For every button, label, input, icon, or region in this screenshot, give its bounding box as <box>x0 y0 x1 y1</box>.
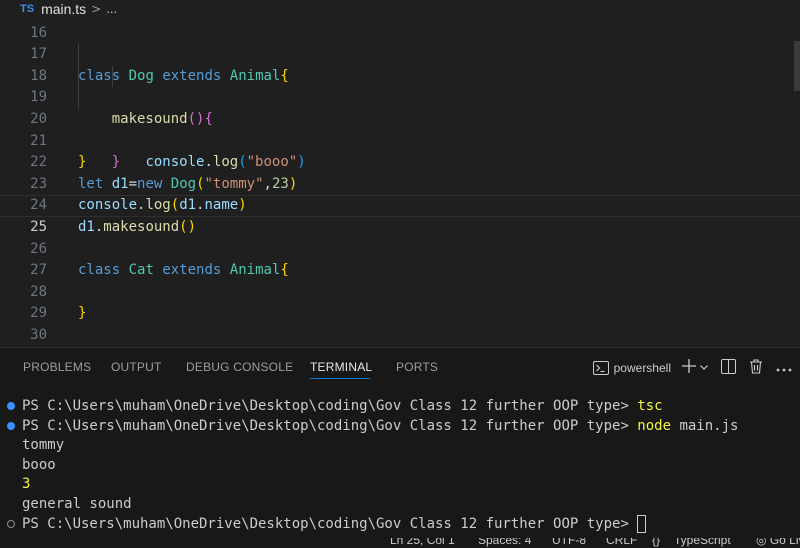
go-live-label: Go Live <box>769 538 800 547</box>
breadcrumb-file[interactable]: main.ts <box>41 1 86 17</box>
terminal-line[interactable]: PS C:\Users\muham\OneDrive\Desktop\codin… <box>22 514 647 535</box>
code-line[interactable]: 20 } <box>0 87 800 170</box>
code-line[interactable]: 31 console.log(c1.age) <box>0 325 800 347</box>
code-line[interactable]: 22 let d1=new Dog("tommy",23) <box>0 131 800 192</box>
code-line[interactable]: 17 class Dog extends Animal{ <box>0 23 800 84</box>
terminal-prompt: PS C:\Users\muham\OneDrive\Desktop\codin… <box>22 398 638 414</box>
code-editor[interactable]: 16 17 class Dog extends Animal{ 18 makes… <box>0 11 800 347</box>
code-line[interactable]: 28 } <box>0 260 800 322</box>
braces-icon: {} <box>652 538 661 547</box>
indent-guide <box>78 65 79 88</box>
status-bar: Ln 25, Col 1 Spaces: 4 UTF-8 CRLF {} Typ… <box>0 538 800 548</box>
tab-ports[interactable]: PORTS <box>396 360 438 374</box>
terminal-output-line: 3 <box>22 476 31 493</box>
code-line[interactable]: 23 console.log(d1.name) <box>0 152 800 214</box>
code-line[interactable]: 26 class Cat extends Animal{ <box>0 217 800 279</box>
tab-output[interactable]: OUTPUT <box>111 360 162 374</box>
tab-debug-console[interactable]: DEBUG CONSOLE <box>186 360 293 374</box>
tab-problems[interactable]: PROBLEMS <box>23 360 91 374</box>
chevron-down-icon[interactable] <box>699 360 709 376</box>
terminal-icon <box>592 361 609 375</box>
status-cursor-position[interactable]: Ln 25, Col 1 <box>390 538 455 547</box>
terminal-command: node <box>637 417 672 434</box>
terminal-cursor <box>637 514 647 533</box>
terminal-output-line: booo <box>22 456 56 473</box>
terminal-output-line: general sound <box>22 496 132 512</box>
tab-terminal[interactable]: TERMINAL <box>310 360 372 374</box>
command-success-decoration[interactable] <box>7 422 15 430</box>
code-line[interactable]: 24 d1.makesound() <box>0 174 800 235</box>
terminal-prompt: PS C:\Users\muham\OneDrive\Desktop\codin… <box>22 417 638 434</box>
command-pending-decoration[interactable] <box>7 520 15 528</box>
status-go-live[interactable]: ◎ Go Live <box>756 538 800 547</box>
status-indentation[interactable]: Spaces: 4 <box>478 538 531 547</box>
breadcrumb-symbol[interactable]: ... <box>106 1 117 16</box>
status-eol[interactable]: CRLF <box>606 538 637 547</box>
terminal-line: PS C:\Users\muham\OneDrive\Desktop\codin… <box>22 417 738 437</box>
code-line[interactable]: 18 makesound(){ <box>0 44 800 127</box>
terminal-command: tsc <box>637 398 663 414</box>
more-icon[interactable] <box>776 360 792 376</box>
bottom-panel: PROBLEMS OUTPUT DEBUG CONSOLE TERMINAL P… <box>0 347 800 548</box>
trash-icon[interactable] <box>749 358 763 378</box>
breadcrumb[interactable]: TS main.ts > ... <box>0 0 800 17</box>
command-success-decoration[interactable] <box>7 402 15 410</box>
terminal-selector[interactable]: powershell <box>592 361 671 375</box>
terminal-output-line: tommy <box>22 437 65 454</box>
code-line[interactable]: 27 <box>0 239 800 278</box>
terminal-command-arg: main.js <box>671 417 739 434</box>
terminal-line: PS C:\Users\muham\OneDrive\Desktop\codin… <box>22 397 663 417</box>
code-line[interactable]: 30 let c1= new Cat("newtie",3) <box>0 303 800 343</box>
typescript-file-icon: TS <box>20 2 35 15</box>
status-language[interactable]: TypeScript <box>674 538 731 547</box>
active-tab-indicator <box>310 378 370 379</box>
code-line-current[interactable]: 25 <box>0 195 800 235</box>
code-line[interactable]: 19 console.log("booo") <box>0 65 800 170</box>
indent-guide <box>78 87 79 109</box>
plus-icon[interactable] <box>681 358 697 378</box>
indent-guide <box>78 44 79 66</box>
chevron-right-icon: > <box>91 1 102 16</box>
broadcast-icon: ◎ <box>756 538 770 547</box>
code-line[interactable]: 29 <box>0 282 800 321</box>
code-line[interactable]: 21 } <box>0 109 800 171</box>
terminal-prompt: PS C:\Users\muham\OneDrive\Desktop\codin… <box>22 515 638 532</box>
panel-toolbar: powershell <box>592 357 800 379</box>
split-icon[interactable] <box>721 358 736 378</box>
panel-tabs: PROBLEMS OUTPUT DEBUG CONSOLE TERMINAL P… <box>0 348 800 386</box>
status-encoding[interactable]: UTF-8 <box>552 538 586 547</box>
terminal-name: powershell <box>613 361 671 375</box>
indent-guide <box>112 65 113 88</box>
